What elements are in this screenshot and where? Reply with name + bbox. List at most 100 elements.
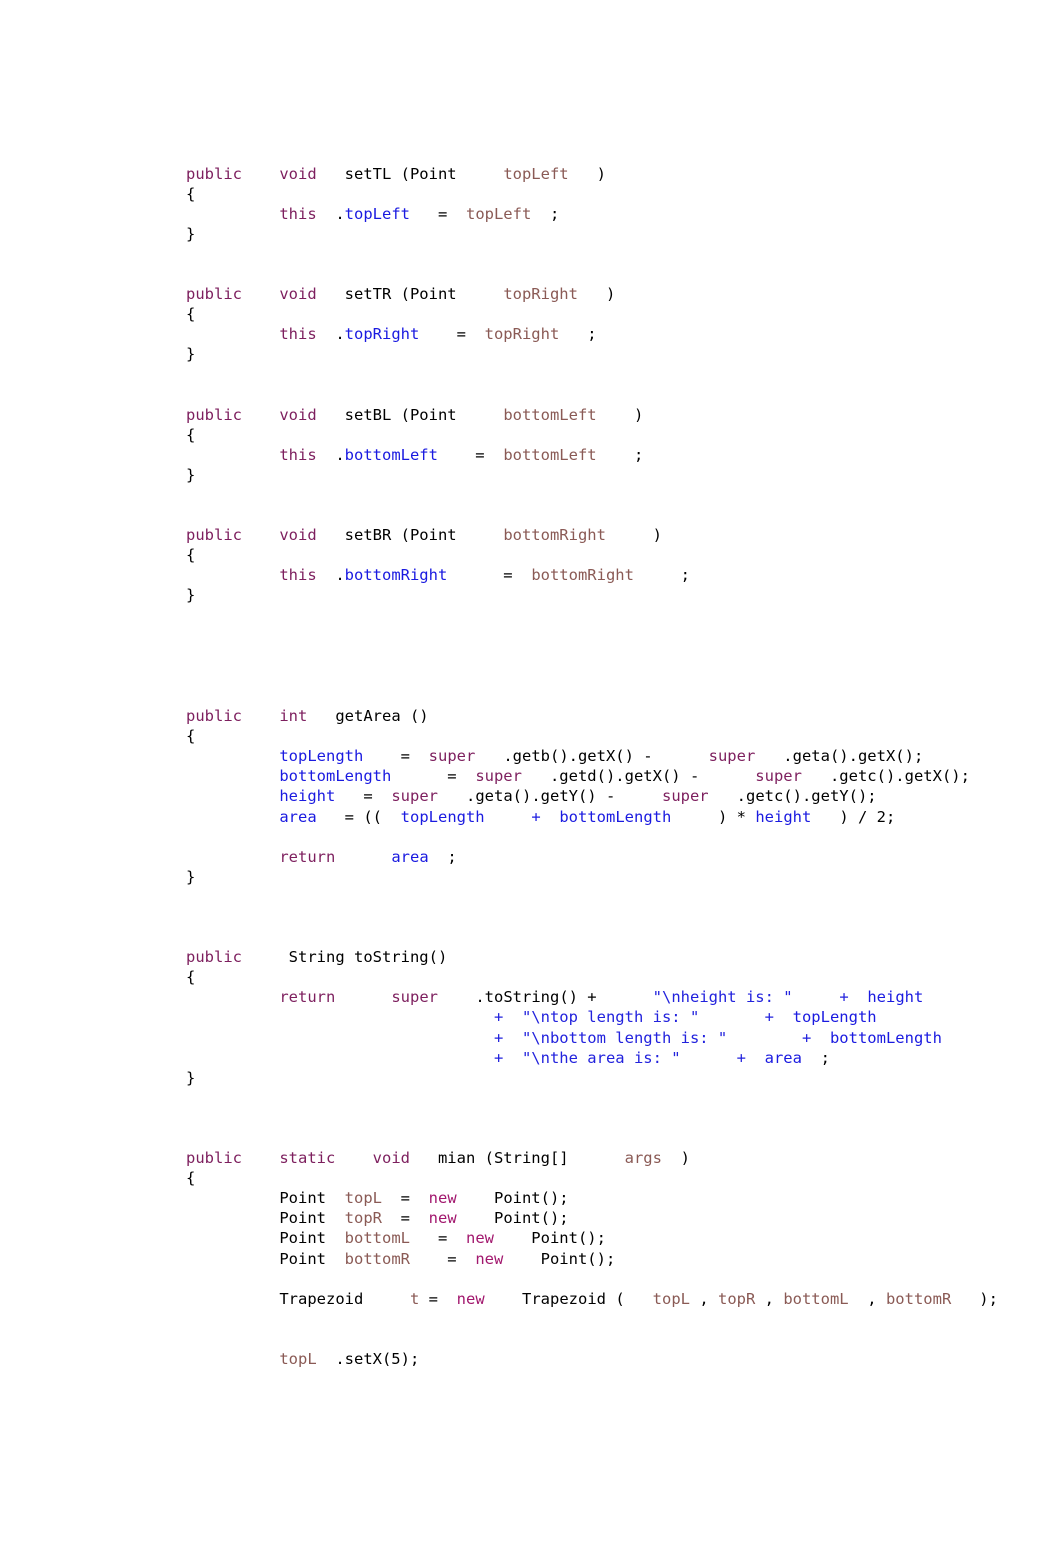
code-token-plain: } — [186, 1068, 196, 1087]
code-token-local: t — [410, 1289, 420, 1308]
code-token-plain: ) — [568, 164, 606, 183]
code-token-plain: Point(); — [503, 1249, 616, 1268]
code-token-plain: = — [381, 1189, 429, 1208]
code-token-kw: void — [279, 164, 317, 183]
code-token-local: bottomLeft — [503, 445, 597, 464]
code-line: } — [186, 344, 1006, 364]
code-token-plain: Trapezoid — [279, 1289, 364, 1308]
code-token-field: area — [764, 1048, 802, 1067]
code-token-plain: = — [437, 445, 504, 464]
code-line: { — [186, 967, 1006, 987]
code-line: } — [186, 585, 1006, 605]
code-line: public String toString() — [186, 947, 1006, 967]
code-token-plain: = — [335, 787, 392, 806]
code-line: public void setTR (Point topRight ) — [186, 284, 1006, 304]
code-token-kw: super — [391, 787, 438, 806]
code-token-str: "\nthe area is: " — [521, 1048, 681, 1067]
code-token-field: area — [279, 807, 317, 826]
code-token-local: topR — [344, 1209, 382, 1228]
code-token-plain: { — [186, 305, 196, 324]
code-token-local: bottomRight — [531, 566, 634, 585]
code-token-plain: , — [755, 1289, 784, 1308]
code-token-plain: = — [409, 1229, 466, 1248]
code-token-kw: public — [186, 1149, 242, 1168]
code-line: return area ; — [186, 847, 1006, 867]
java-code-listing[interactable]: public void setTL (Point topLeft ) { this… — [186, 164, 1006, 1370]
code-token-str: + — [801, 1028, 812, 1047]
code-token-field: bottomRight — [344, 566, 448, 585]
code-token-field: bottomLeft — [344, 445, 438, 464]
code-token-str: + — [764, 1008, 774, 1027]
code-line: this .bottomRight = bottomRight ; — [186, 565, 1006, 585]
code-token-plain: } — [186, 345, 196, 364]
code-line: Point bottomL = new Point(); — [186, 1228, 1006, 1248]
code-token-str: "\ntop length is: " — [521, 1008, 700, 1027]
code-line: { — [186, 545, 1006, 565]
code-token-field: topLeft — [344, 204, 410, 223]
code-token-field: topRight — [344, 325, 420, 344]
code-line: } — [186, 465, 1006, 485]
code-token-kw: super — [708, 747, 756, 766]
code-token-plain: , — [689, 1289, 718, 1308]
code-token-local: bottomL — [344, 1229, 410, 1248]
code-token-kw: super — [475, 767, 522, 786]
code-token-plain: getArea () — [307, 707, 429, 726]
code-token-plain: Point(); — [456, 1189, 569, 1208]
code-token-plain: mian (String[] — [409, 1149, 569, 1168]
code-token-plain: setTL (Point — [344, 164, 457, 183]
code-token-plain: } — [186, 465, 196, 484]
code-token-kw: this — [279, 566, 317, 585]
code-token-plain: ; — [559, 325, 597, 344]
code-token-plain: .setX(5); — [316, 1350, 420, 1369]
code-token-local: bottomLeft — [503, 405, 597, 424]
code-line: + "\nthe area is: " + area ; — [186, 1048, 1006, 1068]
code-token-plain: ; — [801, 1048, 830, 1067]
code-token-kw: static — [279, 1149, 336, 1168]
code-token-new: new — [465, 1229, 494, 1248]
code-token-plain: { — [186, 184, 196, 203]
code-token-plain: Point(); — [456, 1209, 569, 1228]
code-token-plain: = — [391, 767, 476, 786]
code-line: + "\nbottom length is: " + bottomLength — [186, 1028, 1006, 1048]
code-line: Point bottomR = new Point(); — [186, 1249, 1006, 1269]
code-line: + "\ntop length is: " + topLength — [186, 1007, 1006, 1027]
code-token-plain: . — [316, 325, 345, 344]
code-token-kw: public — [186, 405, 242, 424]
code-token-local: topR — [717, 1289, 756, 1308]
code-token-plain: .getc().getX(); — [801, 767, 970, 786]
code-token-str: + — [839, 988, 849, 1007]
code-token-local: bottomR — [885, 1289, 952, 1308]
code-token-plain: .toString() + — [438, 988, 606, 1007]
code-token-plain: Point — [279, 1229, 345, 1248]
